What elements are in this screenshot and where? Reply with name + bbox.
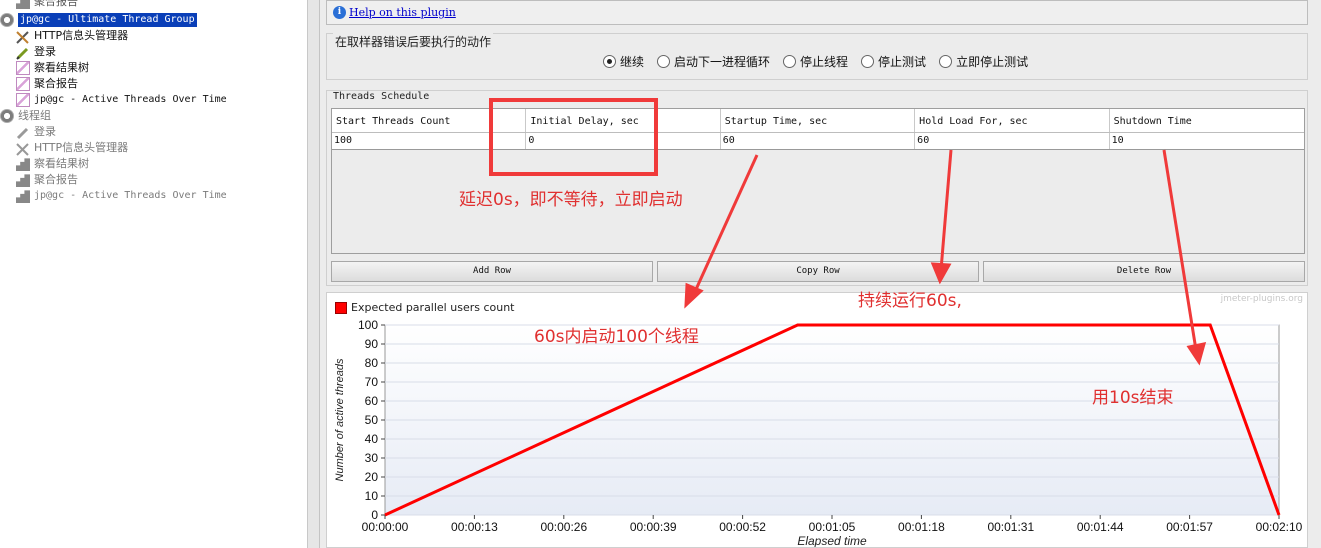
annotation-startup: 60s内启动100个线程 [534, 327, 699, 347]
annotation-arrows [684, 149, 1207, 366]
arrow-startup-head [684, 282, 704, 309]
arrow-hold-head [930, 262, 952, 285]
arrow-startup [691, 154, 759, 297]
annotation-hold: 持续运行60s, [858, 291, 962, 311]
annotation-delay: 延迟0s，即不等待，立即启动 [459, 190, 683, 210]
arrow-shutdown-head [1186, 342, 1207, 366]
jmeter-window: 聚合报告 jp@gc - Ultimate Thread Group HTTP信… [0, 0, 1321, 548]
arrow-hold [939, 149, 953, 271]
arrow-shutdown [1162, 149, 1198, 351]
annotation-shutdown: 用10s结束 [1092, 388, 1174, 408]
